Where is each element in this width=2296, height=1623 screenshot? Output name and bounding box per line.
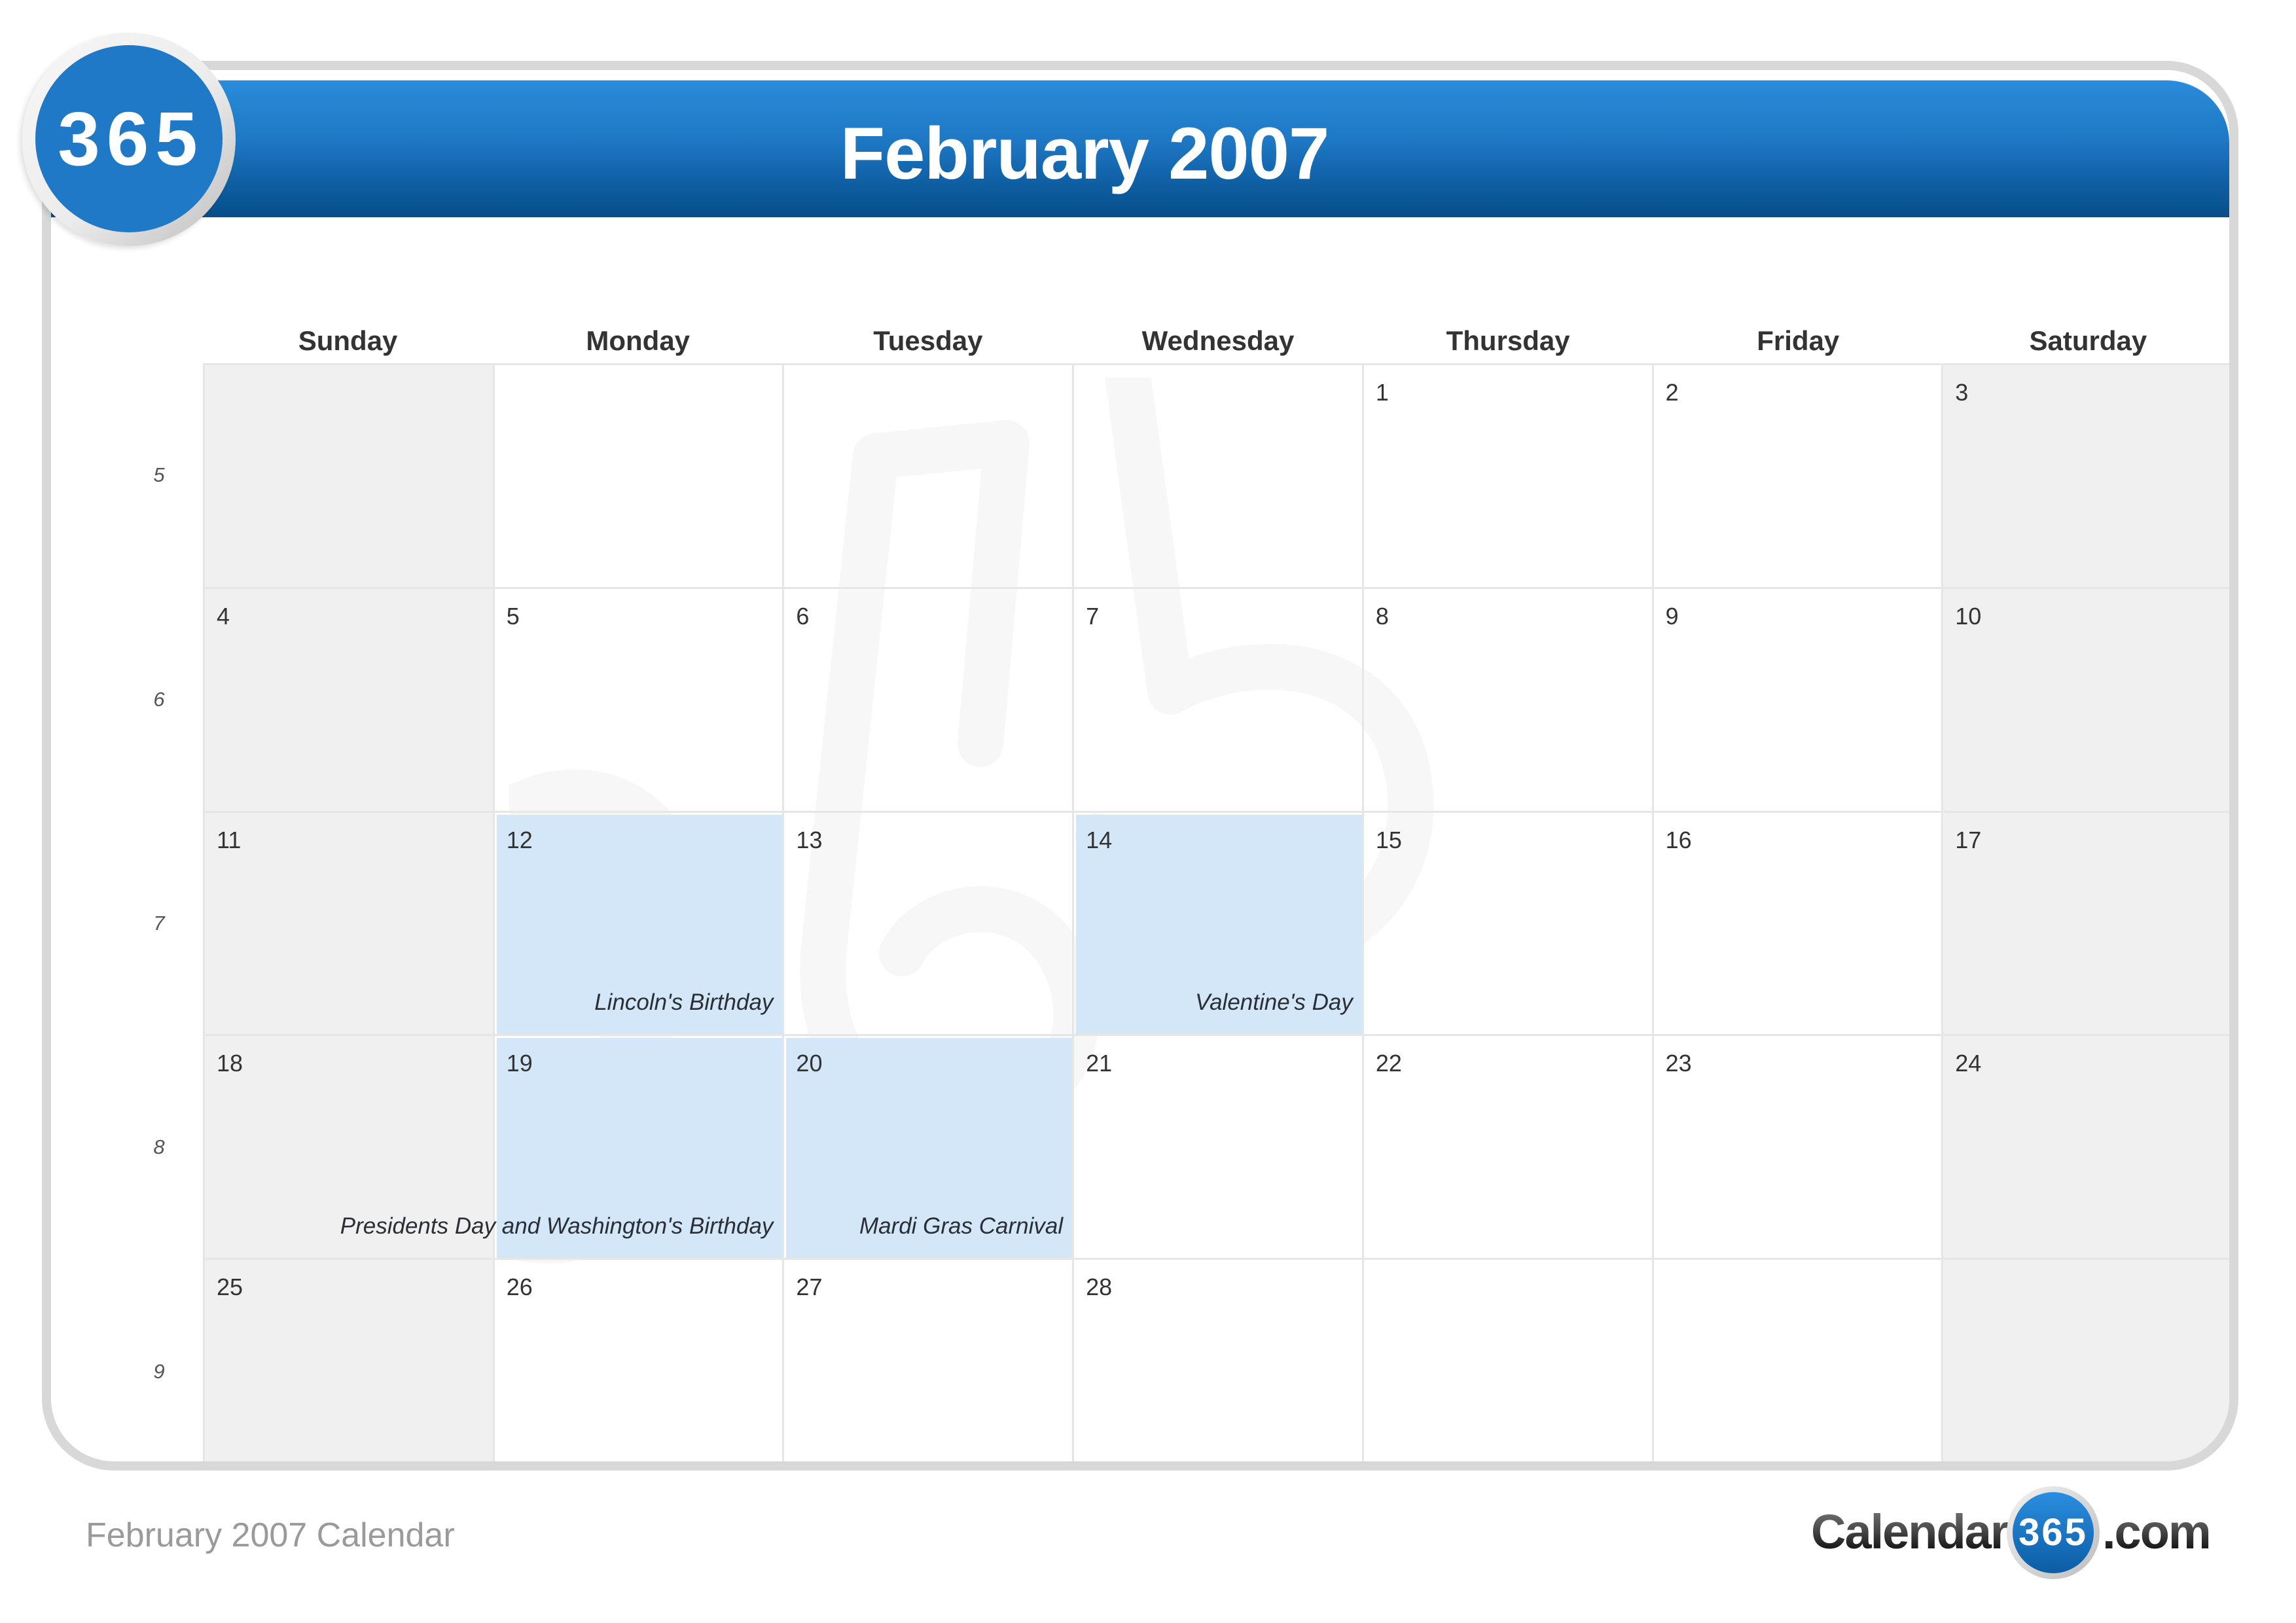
day-number: 6 xyxy=(796,602,810,630)
day-cell-16[interactable]: 16 xyxy=(1653,812,1944,1037)
day-number: 13 xyxy=(796,826,823,853)
day-cell-28[interactable]: 28 xyxy=(1074,1260,1364,1461)
holiday-label: Valentine's Day xyxy=(1195,990,1353,1016)
holiday-label: Mardi Gras Carnival xyxy=(859,1213,1064,1240)
day-number: 27 xyxy=(796,1274,823,1301)
day-number: 3 xyxy=(1955,379,1969,406)
weekday-thursday: Thursday xyxy=(1446,325,1570,356)
day-cell-19[interactable]: 19 Presidents Day and Washington's Birthd… xyxy=(340,1036,785,1260)
weekday-monday: Monday xyxy=(586,325,691,356)
day-cell-15[interactable]: 15 xyxy=(1363,812,1654,1037)
day-number: 26 xyxy=(506,1274,533,1301)
day-cell-14[interactable]: 14 Valentine's Day xyxy=(1074,812,1364,1037)
day-number: 28 xyxy=(1086,1274,1113,1301)
week-number: 5 xyxy=(153,463,165,487)
day-number: 9 xyxy=(1665,602,1679,630)
day-number: 24 xyxy=(1955,1050,1982,1077)
week-number-column: 5 6 7 8 9 xyxy=(130,363,188,1461)
day-number: 2 xyxy=(1665,379,1679,406)
day-number: 21 xyxy=(1086,1050,1113,1077)
day-number: 18 xyxy=(217,1050,243,1077)
holiday-label: Presidents Day and Washington's Birthday xyxy=(340,1213,774,1240)
weekday-friday: Friday xyxy=(1757,325,1840,356)
day-number: 11 xyxy=(217,826,242,853)
day-cell-4[interactable]: 4 xyxy=(205,588,495,813)
week-number: 6 xyxy=(153,687,165,711)
weekday-header-row: Sunday Monday Tuesday Wednesday Thursday Frid… xyxy=(203,323,2229,359)
day-number: 20 xyxy=(796,1050,823,1077)
day-cell-17[interactable]: 17 xyxy=(1943,812,2229,1037)
day-cell-12[interactable]: 12 Lincoln's Birthday xyxy=(494,812,785,1037)
day-number: 14 xyxy=(1086,826,1113,853)
day-number: 7 xyxy=(1086,602,1100,630)
day-number: 16 xyxy=(1665,826,1692,853)
day-cell-22[interactable]: 22 xyxy=(1363,1036,1654,1260)
day-cell-13[interactable]: 13 xyxy=(784,812,1075,1037)
day-cell-20[interactable]: 20 Mardi Gras Carnival xyxy=(784,1036,1075,1260)
day-cell-empty xyxy=(1943,1260,2229,1461)
logo-text-left: Calendar- xyxy=(1811,1505,2024,1559)
month-grid: 1 2 3 4 5 6 7 8 9 10 11 12 Lincoln's Birthday 13 14 Val… xyxy=(203,363,2229,1461)
day-number: 8 xyxy=(1375,602,1389,630)
weekday-saturday: Saturday xyxy=(2029,325,2147,356)
week-number: 8 xyxy=(153,1135,165,1159)
365-badge: 365 xyxy=(22,33,236,246)
day-number: 23 xyxy=(1665,1050,1692,1077)
day-number: 15 xyxy=(1375,826,1402,853)
calendar-frame: February 2007 Sunday Monday Tuesday Wednesd… xyxy=(42,61,2238,1471)
weekday-wednesday: Wednesday xyxy=(1141,325,1295,356)
day-cell-6[interactable]: 6 xyxy=(784,588,1075,813)
day-cell-9[interactable]: 9 xyxy=(1653,588,1944,813)
day-cell-empty xyxy=(494,365,785,589)
calendar-365-logo[interactable]: Calendar- 365 .com xyxy=(1811,1486,2212,1579)
day-cell-24[interactable]: 24 xyxy=(1943,1036,2229,1260)
weekday-sunday: Sunday xyxy=(298,325,398,356)
week-number: 7 xyxy=(153,911,165,935)
day-cell-empty xyxy=(1074,365,1364,589)
day-cell-25[interactable]: 25 xyxy=(205,1260,495,1461)
day-number: 25 xyxy=(217,1274,243,1301)
holiday-label: Lincoln's Birthday xyxy=(594,990,774,1016)
day-number: 5 xyxy=(506,602,520,630)
day-cell-empty xyxy=(1654,1260,1944,1461)
day-cell-3[interactable]: 3 xyxy=(1943,365,2229,589)
header-bar: February 2007 xyxy=(51,80,2229,217)
logo-badge: 365 xyxy=(2007,1486,2100,1579)
day-number: 4 xyxy=(217,602,230,630)
day-number: 12 xyxy=(506,826,533,853)
logo-badge-text: 365 xyxy=(2013,1492,2094,1573)
365-badge-inner: 365 xyxy=(35,45,223,232)
day-cell-26[interactable]: 26 xyxy=(495,1260,785,1461)
day-number: 22 xyxy=(1375,1050,1402,1077)
day-cell-8[interactable]: 8 xyxy=(1363,588,1654,813)
weekday-tuesday: Tuesday xyxy=(873,325,983,356)
day-cell-1[interactable]: 1 xyxy=(1363,365,1654,589)
day-cell-21[interactable]: 21 xyxy=(1074,1036,1364,1260)
day-cell-7[interactable]: 7 xyxy=(1074,588,1364,813)
day-cell-23[interactable]: 23 xyxy=(1653,1036,1944,1260)
day-cell-27[interactable]: 27 xyxy=(784,1260,1075,1461)
logo-text-right: .com xyxy=(2102,1505,2212,1559)
day-cell-5[interactable]: 5 xyxy=(494,588,785,813)
day-cell-empty xyxy=(205,365,495,589)
week-number: 9 xyxy=(153,1359,165,1383)
day-cell-empty xyxy=(1364,1260,1654,1461)
badge-text: 365 xyxy=(58,96,204,181)
footer-caption: February 2007 Calendar xyxy=(86,1516,455,1554)
day-number: 1 xyxy=(1375,379,1389,406)
day-number: 19 xyxy=(506,1050,533,1077)
day-number: 10 xyxy=(1955,602,1982,630)
page-title: February 2007 xyxy=(840,113,1330,194)
day-cell-empty xyxy=(784,365,1075,589)
day-cell-10[interactable]: 10 xyxy=(1943,588,2229,813)
day-number: 17 xyxy=(1955,826,1982,853)
day-cell-11[interactable]: 11 xyxy=(205,812,495,1037)
day-cell-2[interactable]: 2 xyxy=(1653,365,1944,589)
